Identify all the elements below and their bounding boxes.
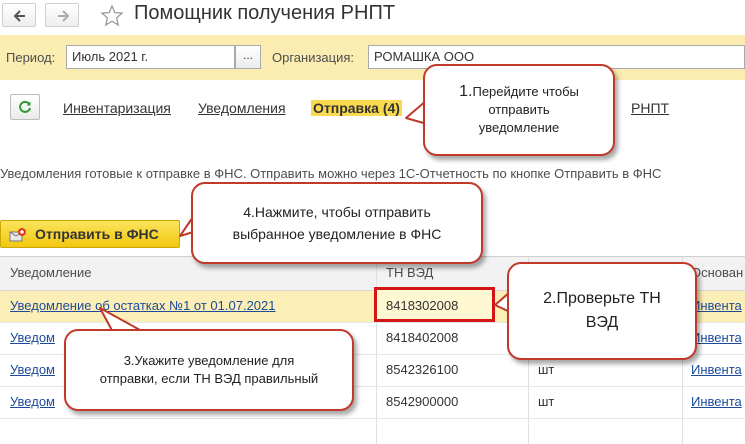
- tab-notices[interactable]: Уведомления: [198, 100, 286, 116]
- callout-3-line1: 3.Укажите уведомление для: [123, 353, 295, 368]
- tab-rnpt[interactable]: РНПТ: [631, 100, 669, 116]
- period-select-button[interactable]: ...: [235, 45, 261, 69]
- period-field[interactable]: Июль 2021 г.: [66, 45, 235, 69]
- column-header-basis[interactable]: Основан: [691, 265, 743, 280]
- column-header-notice[interactable]: Уведомление: [10, 265, 91, 280]
- page-title: Помощник получения РНПТ: [134, 2, 396, 24]
- tnved-value: 8542326100: [386, 362, 459, 377]
- callout-2-line2: ВЭД: [585, 314, 619, 331]
- callout-1-line2: отправить: [488, 102, 550, 117]
- organization-label: Организация:: [272, 50, 355, 65]
- callout-step-2: 2.Проверьте ТН ВЭД: [507, 262, 697, 360]
- refresh-button[interactable]: [10, 94, 40, 120]
- unit-value: шт: [538, 394, 555, 409]
- period-label: Период:: [6, 50, 56, 65]
- tnved-value: 8542900000: [386, 394, 459, 409]
- basis-link[interactable]: Инвента: [691, 330, 742, 345]
- favorite-button[interactable]: [100, 4, 124, 31]
- back-button[interactable]: [2, 3, 36, 27]
- tnved-value: 8418402008: [386, 330, 459, 345]
- notice-link[interactable]: Уведом: [10, 394, 55, 409]
- send-report-icon: [9, 228, 26, 242]
- star-icon: [100, 4, 124, 27]
- tnved-value: 8418302008: [386, 298, 459, 313]
- callout-step-1: 1.Перейдите чтобы отправить уведомление: [423, 64, 615, 156]
- unit-value: шт: [538, 362, 555, 377]
- callout-3-line2: отправки, если ТН ВЭД правильный: [99, 371, 319, 386]
- arrow-left-icon: [13, 10, 25, 22]
- column-header-tnved[interactable]: ТН ВЭД: [386, 265, 433, 280]
- info-text: Уведомления готовые к отправке в ФНС. От…: [0, 166, 662, 181]
- notice-link[interactable]: Уведом: [10, 362, 55, 377]
- callout-1-number: 1.: [459, 83, 473, 100]
- send-to-fns-button[interactable]: Отправить в ФНС: [0, 220, 180, 248]
- send-button-label: Отправить в ФНС: [35, 226, 159, 242]
- tab-sending[interactable]: Отправка (4): [311, 100, 402, 116]
- callout-step-3: 3.Укажите уведомление для отправки, если…: [64, 329, 354, 411]
- callout-step-4: 4.Нажмите, чтобы отправить выбранное уве…: [191, 182, 483, 264]
- tab-inventory[interactable]: Инвентаризация: [63, 100, 171, 116]
- basis-link[interactable]: Инвента: [691, 394, 742, 409]
- refresh-icon: [19, 100, 31, 113]
- callout-1-line3: уведомление: [478, 120, 560, 135]
- notice-link[interactable]: Уведомление об остатках №1 от 01.07.2021: [10, 298, 370, 313]
- callout-4-line1: 4.Нажмите, чтобы отправить: [243, 204, 431, 220]
- basis-link[interactable]: Инвента: [691, 298, 742, 313]
- arrow-right-icon: [58, 10, 70, 22]
- notice-link[interactable]: Уведом: [10, 330, 55, 345]
- basis-link[interactable]: Инвента: [691, 362, 742, 377]
- callout-4-line2: выбранное уведомление в ФНС: [232, 226, 442, 242]
- callout-2-line1: 2.Проверьте ТН: [543, 290, 661, 307]
- callout-1-line1: Перейдите чтобы: [472, 84, 579, 99]
- forward-button[interactable]: [45, 3, 79, 27]
